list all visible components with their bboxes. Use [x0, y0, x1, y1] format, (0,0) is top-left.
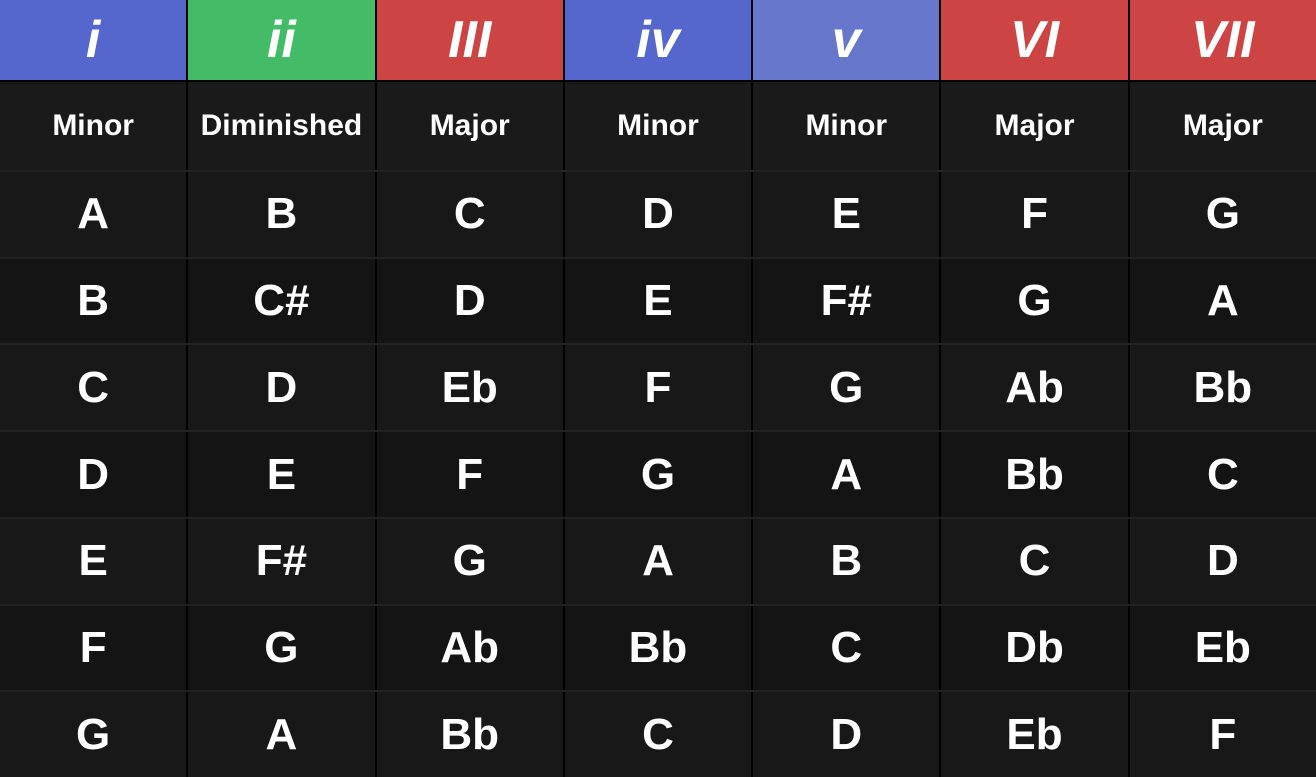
data-cell-r0-c1: B — [188, 172, 376, 257]
data-cell-r0-c5: F — [941, 172, 1129, 257]
data-cell-r2-c2: Eb — [377, 345, 565, 430]
data-cell-r1-c5: G — [941, 259, 1129, 344]
data-cell-r2-c4: G — [753, 345, 941, 430]
chord-table: iiiIIIivvVIVII MinorDiminishedMajorMinor… — [0, 0, 1316, 777]
data-cell-r1-c1: C# — [188, 259, 376, 344]
data-cell-r2-c5: Ab — [941, 345, 1129, 430]
data-cell-r3-c6: C — [1130, 432, 1316, 517]
data-cell-r3-c1: E — [188, 432, 376, 517]
data-cell-r6-c0: G — [0, 692, 188, 777]
data-cell-r0-c0: A — [0, 172, 188, 257]
data-cell-r2-c3: F — [565, 345, 753, 430]
quality-col-5: Major — [941, 82, 1129, 170]
data-cell-r1-c6: A — [1130, 259, 1316, 344]
quality-row: MinorDiminishedMajorMinorMinorMajorMajor — [0, 80, 1316, 170]
data-cell-r0-c2: C — [377, 172, 565, 257]
data-cell-r5-c3: Bb — [565, 606, 753, 691]
data-cell-r5-c0: F — [0, 606, 188, 691]
quality-col-6: Major — [1130, 82, 1316, 170]
header-col-6: VII — [1130, 0, 1316, 80]
data-cell-r0-c3: D — [565, 172, 753, 257]
table-row: FGAbBbCDbEb — [0, 604, 1316, 691]
header-col-5: VI — [941, 0, 1129, 80]
data-cell-r3-c0: D — [0, 432, 188, 517]
data-cell-r1-c2: D — [377, 259, 565, 344]
quality-col-2: Major — [377, 82, 565, 170]
table-row: BC#DEF#GA — [0, 257, 1316, 344]
data-cell-r3-c5: Bb — [941, 432, 1129, 517]
data-cell-r0-c4: E — [753, 172, 941, 257]
data-cell-r1-c0: B — [0, 259, 188, 344]
header-col-1: ii — [188, 0, 376, 80]
data-cell-r6-c2: Bb — [377, 692, 565, 777]
quality-col-1: Diminished — [188, 82, 376, 170]
data-cell-r2-c1: D — [188, 345, 376, 430]
data-cell-r2-c0: C — [0, 345, 188, 430]
quality-col-3: Minor — [565, 82, 753, 170]
data-cell-r4-c5: C — [941, 519, 1129, 604]
table-row: GABbCDEbF — [0, 690, 1316, 777]
data-cell-r6-c1: A — [188, 692, 376, 777]
table-row: CDEbFGAbBb — [0, 343, 1316, 430]
table-row: ABCDEFG — [0, 170, 1316, 257]
quality-col-4: Minor — [753, 82, 941, 170]
data-cell-r4-c3: A — [565, 519, 753, 604]
header-col-4: v — [753, 0, 941, 80]
data-cell-r3-c2: F — [377, 432, 565, 517]
header-col-0: i — [0, 0, 188, 80]
data-cell-r4-c6: D — [1130, 519, 1316, 604]
data-cell-r1-c4: F# — [753, 259, 941, 344]
data-cell-r6-c4: D — [753, 692, 941, 777]
data-cell-r5-c5: Db — [941, 606, 1129, 691]
header-col-2: III — [377, 0, 565, 80]
data-cell-r5-c4: C — [753, 606, 941, 691]
table-row: EF#GABCD — [0, 517, 1316, 604]
table-row: DEFGABbC — [0, 430, 1316, 517]
data-cell-r4-c0: E — [0, 519, 188, 604]
data-cell-r1-c3: E — [565, 259, 753, 344]
quality-col-0: Minor — [0, 82, 188, 170]
data-cell-r5-c6: Eb — [1130, 606, 1316, 691]
data-cell-r6-c3: C — [565, 692, 753, 777]
header-col-3: iv — [565, 0, 753, 80]
header-row: iiiIIIivvVIVII — [0, 0, 1316, 80]
data-cell-r2-c6: Bb — [1130, 345, 1316, 430]
data-cell-r6-c6: F — [1130, 692, 1316, 777]
data-cell-r0-c6: G — [1130, 172, 1316, 257]
data-cell-r4-c1: F# — [188, 519, 376, 604]
data-cell-r6-c5: Eb — [941, 692, 1129, 777]
data-cell-r3-c3: G — [565, 432, 753, 517]
data-cell-r4-c4: B — [753, 519, 941, 604]
data-cell-r5-c1: G — [188, 606, 376, 691]
data-cell-r5-c2: Ab — [377, 606, 565, 691]
data-cell-r3-c4: A — [753, 432, 941, 517]
data-cell-r4-c2: G — [377, 519, 565, 604]
